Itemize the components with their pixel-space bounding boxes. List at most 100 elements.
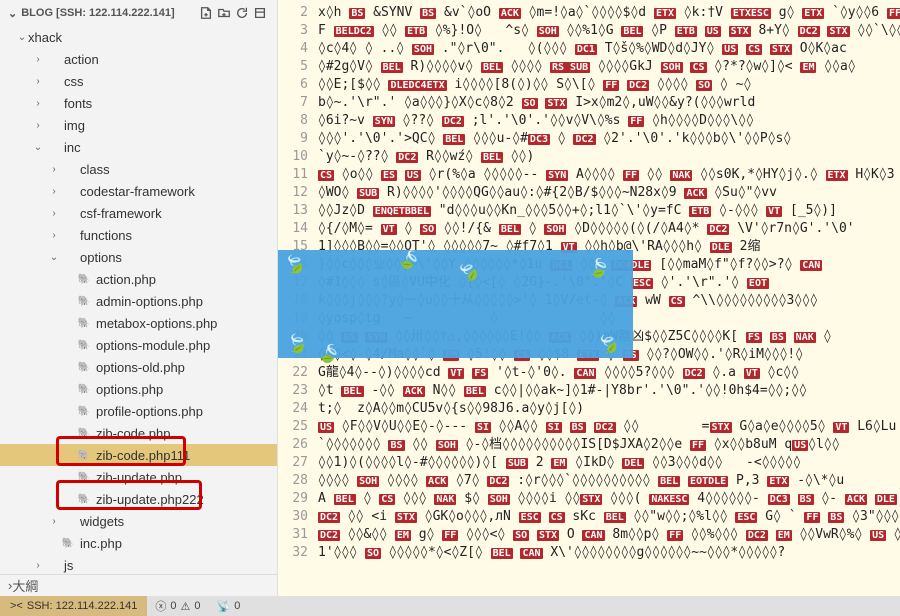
folder-icon <box>44 139 60 155</box>
item-label: img <box>64 118 85 133</box>
tree-root[interactable]: ⌄ xhack <box>0 26 277 48</box>
tree-item-fonts[interactable]: ›fonts <box>0 92 277 114</box>
line-number: 8 <box>278 112 308 130</box>
warning-icon: ⚠ <box>180 600 190 613</box>
item-label: zib-code.php <box>96 426 170 441</box>
tree-item-inc-php[interactable]: 🐘inc.php <box>0 532 277 554</box>
chevron-right-icon: › <box>32 120 44 131</box>
tree-item-options-old-php[interactable]: 🐘options-old.php <box>0 356 277 378</box>
php-file-icon: 🐘 <box>76 425 92 441</box>
item-label: fonts <box>64 96 92 111</box>
chevron-right-icon: › <box>48 164 60 175</box>
remote-icon: >< <box>10 600 23 612</box>
ports-status[interactable]: 📡0 <box>208 600 248 613</box>
tree-item-options-php[interactable]: 🐘 options.php <box>0 378 277 400</box>
php-file-icon: 🐘 <box>76 403 92 419</box>
tree-item-widgets[interactable]: ›widgets <box>0 510 277 532</box>
tree-item-action[interactable]: ›action <box>0 48 277 70</box>
item-label: js <box>64 558 73 573</box>
tree-item-zib-code-php111[interactable]: 🐘zib-code.php111 <box>0 444 277 466</box>
line-number: 10 <box>278 148 308 166</box>
item-label: options.php <box>96 382 163 397</box>
chevron-right-icon: › <box>48 186 60 197</box>
line-number: 13 <box>278 202 308 220</box>
leaf-icon: 🍃 <box>454 257 485 287</box>
line-number: 11 <box>278 166 308 184</box>
folder-icon <box>44 557 60 573</box>
line-number: 25 <box>278 418 308 436</box>
line-number: 30 <box>278 508 308 526</box>
code-line: b◊~.'\r".' ◊a◊◊◊}◊X◊c◊8◊2 SO STX I>x◊m2◊… <box>318 94 900 112</box>
php-file-icon: 🐘 <box>76 381 92 397</box>
tree-item-zib-update-php[interactable]: 🐘zib-update.php <box>0 466 277 488</box>
tree-item-js[interactable]: › js <box>0 554 277 574</box>
line-number: 12 <box>278 184 308 202</box>
chevron-down-icon[interactable]: ⌄ <box>8 7 17 20</box>
tree-item-profile-options-php[interactable]: 🐘profile-options.php <box>0 400 277 422</box>
folder-icon <box>60 513 76 529</box>
tree-item-zib-code-php[interactable]: 🐘 zib-code.php <box>0 422 277 444</box>
chevron-down-icon: ⌄ <box>48 252 60 263</box>
item-label: action.php <box>96 272 156 287</box>
code-line: ◊t BEL -◊◊ ACK N◊◊ BEL c◊◊|◊◊ak~]◊1#-|Y8… <box>318 382 900 400</box>
line-number: 6 <box>278 76 308 94</box>
leaf-icon: 🍃 <box>586 256 612 281</box>
line-number: 32 <box>278 544 308 562</box>
item-label: options <box>80 250 122 265</box>
item-label: widgets <box>80 514 124 529</box>
line-number: 22 <box>278 364 308 382</box>
php-file-icon: 🐘 <box>76 447 92 463</box>
tree-item-functions[interactable]: ›functions <box>0 224 277 246</box>
ports-count: 0 <box>234 600 240 612</box>
new-folder-icon[interactable] <box>215 4 233 22</box>
collapse-icon[interactable] <box>251 4 269 22</box>
code-line: DC2 ◊◊&◊◊ EM g◊ FF ◊◊◊<◊ SO STX O CAN 8m… <box>318 526 900 544</box>
tree-item-admin-options-php[interactable]: 🐘admin-options.php <box>0 290 277 312</box>
explorer-header: ⌄ BLOG [SSH: 122.114.222.141] <box>0 0 277 26</box>
error-icon: ⓧ <box>155 598 166 614</box>
folder-icon <box>44 51 60 67</box>
code-editor[interactable]: 2345678910111213141516171819202122232425… <box>278 0 900 596</box>
chevron-right-icon: › <box>48 230 60 241</box>
new-file-icon[interactable] <box>197 4 215 22</box>
folder-icon <box>44 73 60 89</box>
chevron-down-icon: ⌄ <box>16 32 28 43</box>
folder-icon <box>60 183 76 199</box>
tree-item-class[interactable]: › class <box>0 158 277 180</box>
refresh-icon[interactable] <box>233 4 251 22</box>
ssh-status[interactable]: >< SSH: 122.114.222.141 <box>0 596 147 616</box>
tree-item-action-php[interactable]: 🐘 action.php <box>0 268 277 290</box>
folder-icon <box>60 161 76 177</box>
tree-item-img[interactable]: › img <box>0 114 277 136</box>
outline-section[interactable]: › 大綱 <box>0 574 277 596</box>
leaf-icon: 🍃 <box>281 251 309 278</box>
tree-item-metabox-options-php[interactable]: 🐘metabox-options.php <box>0 312 277 334</box>
code-line: ◊◊◊'.'\0'.'>QC◊ BEL ◊◊◊u-◊#DC3 ◊ DC2 ◊2'… <box>318 130 900 148</box>
tree-item-options[interactable]: ⌄ options <box>0 246 277 268</box>
file-tree: ⌄ xhack ›action›css›fonts›img⌄inc›class›… <box>0 26 277 574</box>
tree-item-css[interactable]: ›css <box>0 70 277 92</box>
code-line: `y◊~-◊??◊ DC2 R◊◊wź◊ BEL ◊◊) <box>318 148 900 166</box>
code-line: CS ◊o◊◊ ES US ◊r(%◊a ◊◊◊◊◊-- SYN A◊◊◊◊ F… <box>318 166 900 184</box>
item-label: zib-update.php <box>96 470 182 485</box>
code-line: ◊c◊4◊ ◊ ..◊ SOH ."◊r\0". ◊(◊◊◊ DC1 T◊š◊%… <box>318 40 900 58</box>
line-number: 2 <box>278 4 308 22</box>
chevron-right-icon: › <box>32 560 44 571</box>
php-file-icon: 🐘 <box>76 271 92 287</box>
tree-item-zib-update-php222[interactable]: 🐘zib-update.php222 <box>0 488 277 510</box>
tree-item-csf-framework[interactable]: ›csf-framework <box>0 202 277 224</box>
item-label: class <box>80 162 110 177</box>
code-line: F BELDC2 ◊◊ ETB ◊%}!O◊ ^s◊ SOH ◊◊%1◊G BE… <box>318 22 900 40</box>
tree-item-options-module-php[interactable]: 🐘options-module.php <box>0 334 277 356</box>
item-label: csf-framework <box>80 206 162 221</box>
code-line: ◊◊◊◊ SOH ◊◊◊◊ ACK ◊7◊ DC2 :◊r◊◊◊`◊◊◊◊◊◊◊… <box>318 472 900 490</box>
problems-status[interactable]: ⓧ0 ⚠0 <box>147 598 208 614</box>
item-label: css <box>64 74 84 89</box>
error-count: 0 <box>170 600 176 612</box>
code-line: ◊◊1)◊(◊◊◊◊l◊-#◊◊◊◊◊◊)◊[ SUB 2 EM ◊IkD◊ D… <box>318 454 900 472</box>
code-line: DC2 ◊◊ <i STX ◊GK◊o◊◊◊,лN ESC CS sKc BEL… <box>318 508 900 526</box>
folder-icon <box>60 227 76 243</box>
tree-item-inc[interactable]: ⌄inc <box>0 136 277 158</box>
tree-item-codestar-framework[interactable]: ›codestar-framework <box>0 180 277 202</box>
folder-icon <box>44 117 60 133</box>
